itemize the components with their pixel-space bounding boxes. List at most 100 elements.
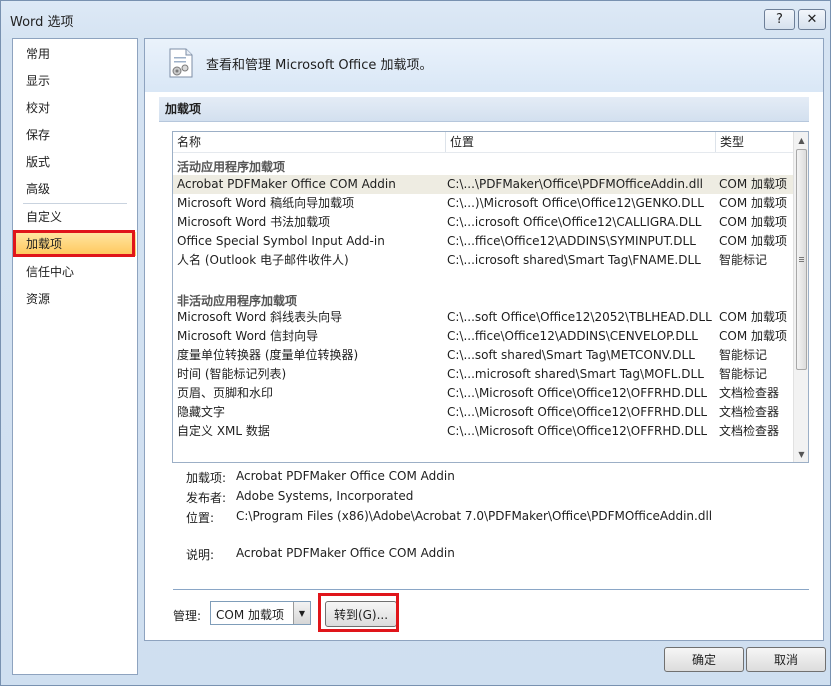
help-icon: ?	[776, 12, 783, 27]
scroll-up-icon[interactable]: ▲	[794, 132, 808, 148]
detail-publisher-label: 发布者:	[186, 491, 227, 505]
row-name: Microsoft Word 信封向导	[177, 329, 319, 343]
manage-label: 管理:	[173, 609, 202, 623]
chevron-down-icon[interactable]: ▼	[293, 602, 310, 624]
nav-item-proofing[interactable]: 校对	[14, 96, 136, 120]
word-options-dialog: Word 选项 ? ✕ 常用 显示 校对 保存 版式 高级 自定义 加载项 信任…	[0, 0, 831, 686]
row-name: Office Special Symbol Input Add-in	[177, 234, 385, 248]
scroll-down-icon[interactable]: ▼	[794, 446, 808, 462]
go-button[interactable]: 转到(G)...	[325, 601, 397, 627]
table-row[interactable]: 人名 (Outlook 电子邮件收件人) C:\...icrosoft shar…	[173, 251, 793, 270]
column-header-location[interactable]: 位置	[446, 132, 716, 152]
row-location: C:\...\Microsoft Office\Office12\OFFRHD.…	[447, 424, 708, 438]
row-type: 智能标记	[719, 253, 768, 267]
window-title: Word 选项	[10, 15, 74, 30]
table-row[interactable]: 隐藏文字 C:\...\Microsoft Office\Office12\OF…	[173, 403, 793, 422]
row-location: C:\...\Microsoft Office\Office12\OFFRHD.…	[447, 386, 708, 400]
grip-icon	[799, 259, 804, 260]
row-location: C:\...\PDFMaker\Office\PDFMOfficeAddin.d…	[447, 177, 704, 191]
detail-description-value: Acrobat PDFMaker Office COM Addin	[236, 546, 455, 560]
row-name: Microsoft Word 斜线表头向导	[177, 310, 343, 324]
row-name: Microsoft Word 书法加载项	[177, 215, 331, 229]
row-name: 页眉、页脚和水印	[177, 386, 274, 400]
row-name: 度量单位转换器 (度量单位转换器)	[177, 348, 359, 362]
detail-addin-value: Acrobat PDFMaker Office COM Addin	[236, 469, 455, 483]
grip-icon	[799, 257, 804, 258]
ok-button[interactable]: 确定	[664, 647, 744, 672]
column-header-type[interactable]: 类型	[716, 132, 793, 152]
nav-item-advanced[interactable]: 高级	[14, 177, 136, 201]
row-type: COM 加载项	[719, 310, 787, 324]
row-type: COM 加载项	[719, 234, 787, 248]
row-location: C:\...soft Office\Office12\2052\TBLHEAD.…	[447, 310, 712, 324]
row-location: C:\...icrosoft shared\Smart Tag\FNAME.DL…	[447, 253, 701, 267]
table-row[interactable]: Acrobat PDFMaker Office COM Addin C:\...…	[173, 175, 793, 194]
row-type: COM 加载项	[719, 177, 787, 191]
row-type: 智能标记	[719, 367, 768, 381]
panel-header-text: 查看和管理 Microsoft Office 加载项。	[206, 58, 433, 73]
group-inactive-addins: 非活动应用程序加载项	[177, 294, 298, 308]
addins-document-icon	[169, 48, 193, 78]
row-name: Acrobat PDFMaker Office COM Addin	[177, 177, 396, 191]
detail-description-label: 说明:	[186, 548, 215, 562]
nav-divider	[23, 203, 127, 204]
detail-location-label: 位置:	[186, 511, 215, 525]
row-type: COM 加载项	[719, 196, 787, 210]
table-row[interactable]: Microsoft Word 稿纸向导加载项 C:\...)\Microsoft…	[173, 194, 793, 213]
manage-select-value: COM 加载项	[216, 608, 284, 622]
addins-panel: 查看和管理 Microsoft Office 加载项。 加载项 名称 位置 类型…	[144, 38, 824, 641]
table-row[interactable]: Microsoft Word 书法加载项 C:\...icrosoft Offi…	[173, 213, 793, 232]
title-bar: Word 选项 ? ✕	[1, 1, 830, 37]
row-name: 隐藏文字	[177, 405, 226, 419]
detail-addin-label: 加载项:	[186, 471, 227, 485]
row-type: 智能标记	[719, 348, 768, 362]
nav-item-trust-center[interactable]: 信任中心	[14, 260, 136, 284]
nav-item-common[interactable]: 常用	[14, 42, 136, 66]
row-location: C:\...)\Microsoft Office\Office12\GENKO.…	[447, 196, 704, 210]
row-location: C:\...icrosoft Office\Office12\CALLIGRA.…	[447, 215, 702, 229]
nav-item-layout[interactable]: 版式	[14, 150, 136, 174]
options-nav: 常用 显示 校对 保存 版式 高级 自定义 加载项 信任中心 资源	[12, 38, 138, 675]
section-title: 加载项	[159, 97, 809, 122]
manage-divider	[173, 589, 809, 590]
table-row[interactable]: 度量单位转换器 (度量单位转换器) C:\...soft shared\Smar…	[173, 346, 793, 365]
table-row[interactable]: Office Special Symbol Input Add-in C:\..…	[173, 232, 793, 251]
cancel-button[interactable]: 取消	[746, 647, 826, 672]
row-location: C:\...\Microsoft Office\Office12\OFFRHD.…	[447, 405, 708, 419]
panel-header: 查看和管理 Microsoft Office 加载项。	[145, 39, 823, 92]
list-header: 名称 位置 类型	[173, 132, 793, 153]
row-type: 文档检查器	[719, 424, 780, 438]
manage-select[interactable]: COM 加载项 ▼	[210, 601, 311, 625]
addins-list[interactable]: 名称 位置 类型 活动应用程序加载项 Acrobat PDFMaker Offi…	[172, 131, 809, 463]
row-name: Microsoft Word 稿纸向导加载项	[177, 196, 355, 210]
close-button[interactable]: ✕	[798, 9, 826, 30]
list-scrollbar[interactable]: ▲ ▼	[793, 132, 808, 462]
table-row[interactable]: 页眉、页脚和水印 C:\...\Microsoft Office\Office1…	[173, 384, 793, 403]
help-button[interactable]: ?	[764, 9, 795, 30]
nav-item-customize[interactable]: 自定义	[14, 205, 136, 229]
nav-item-display[interactable]: 显示	[14, 69, 136, 93]
row-location: C:\...ffice\Office12\ADDINS\SYMINPUT.DLL	[447, 234, 696, 248]
table-row[interactable]: 自定义 XML 数据 C:\...\Microsoft Office\Offic…	[173, 422, 793, 441]
nav-item-save[interactable]: 保存	[14, 123, 136, 147]
row-name: 人名 (Outlook 电子邮件收件人)	[177, 253, 349, 267]
scroll-thumb[interactable]	[796, 149, 807, 370]
table-row[interactable]: 时间 (智能标记列表) C:\...microsoft shared\Smart…	[173, 365, 793, 384]
group-active-addins: 活动应用程序加载项	[177, 160, 286, 174]
table-row[interactable]: Microsoft Word 信封向导 C:\...ffice\Office12…	[173, 327, 793, 346]
row-name: 时间 (智能标记列表)	[177, 367, 287, 381]
row-location: C:\...microsoft shared\Smart Tag\MOFL.DL…	[447, 367, 704, 381]
row-type: 文档检查器	[719, 386, 780, 400]
detail-location-value: C:\Program Files (x86)\Adobe\Acrobat 7.0…	[236, 509, 713, 523]
row-type: COM 加载项	[719, 215, 787, 229]
nav-item-resources[interactable]: 资源	[14, 287, 136, 311]
close-icon: ✕	[806, 12, 818, 27]
row-type: COM 加载项	[719, 329, 787, 343]
row-location: C:\...ffice\Office12\ADDINS\CENVELOP.DLL	[447, 329, 698, 343]
row-location: C:\...soft shared\Smart Tag\METCONV.DLL	[447, 348, 695, 362]
nav-item-addins[interactable]: 加载项	[14, 232, 136, 256]
table-row[interactable]: Microsoft Word 斜线表头向导 C:\...soft Office\…	[173, 308, 793, 327]
row-type: 文档检查器	[719, 405, 780, 419]
column-header-name[interactable]: 名称	[173, 132, 446, 152]
row-name: 自定义 XML 数据	[177, 424, 270, 438]
